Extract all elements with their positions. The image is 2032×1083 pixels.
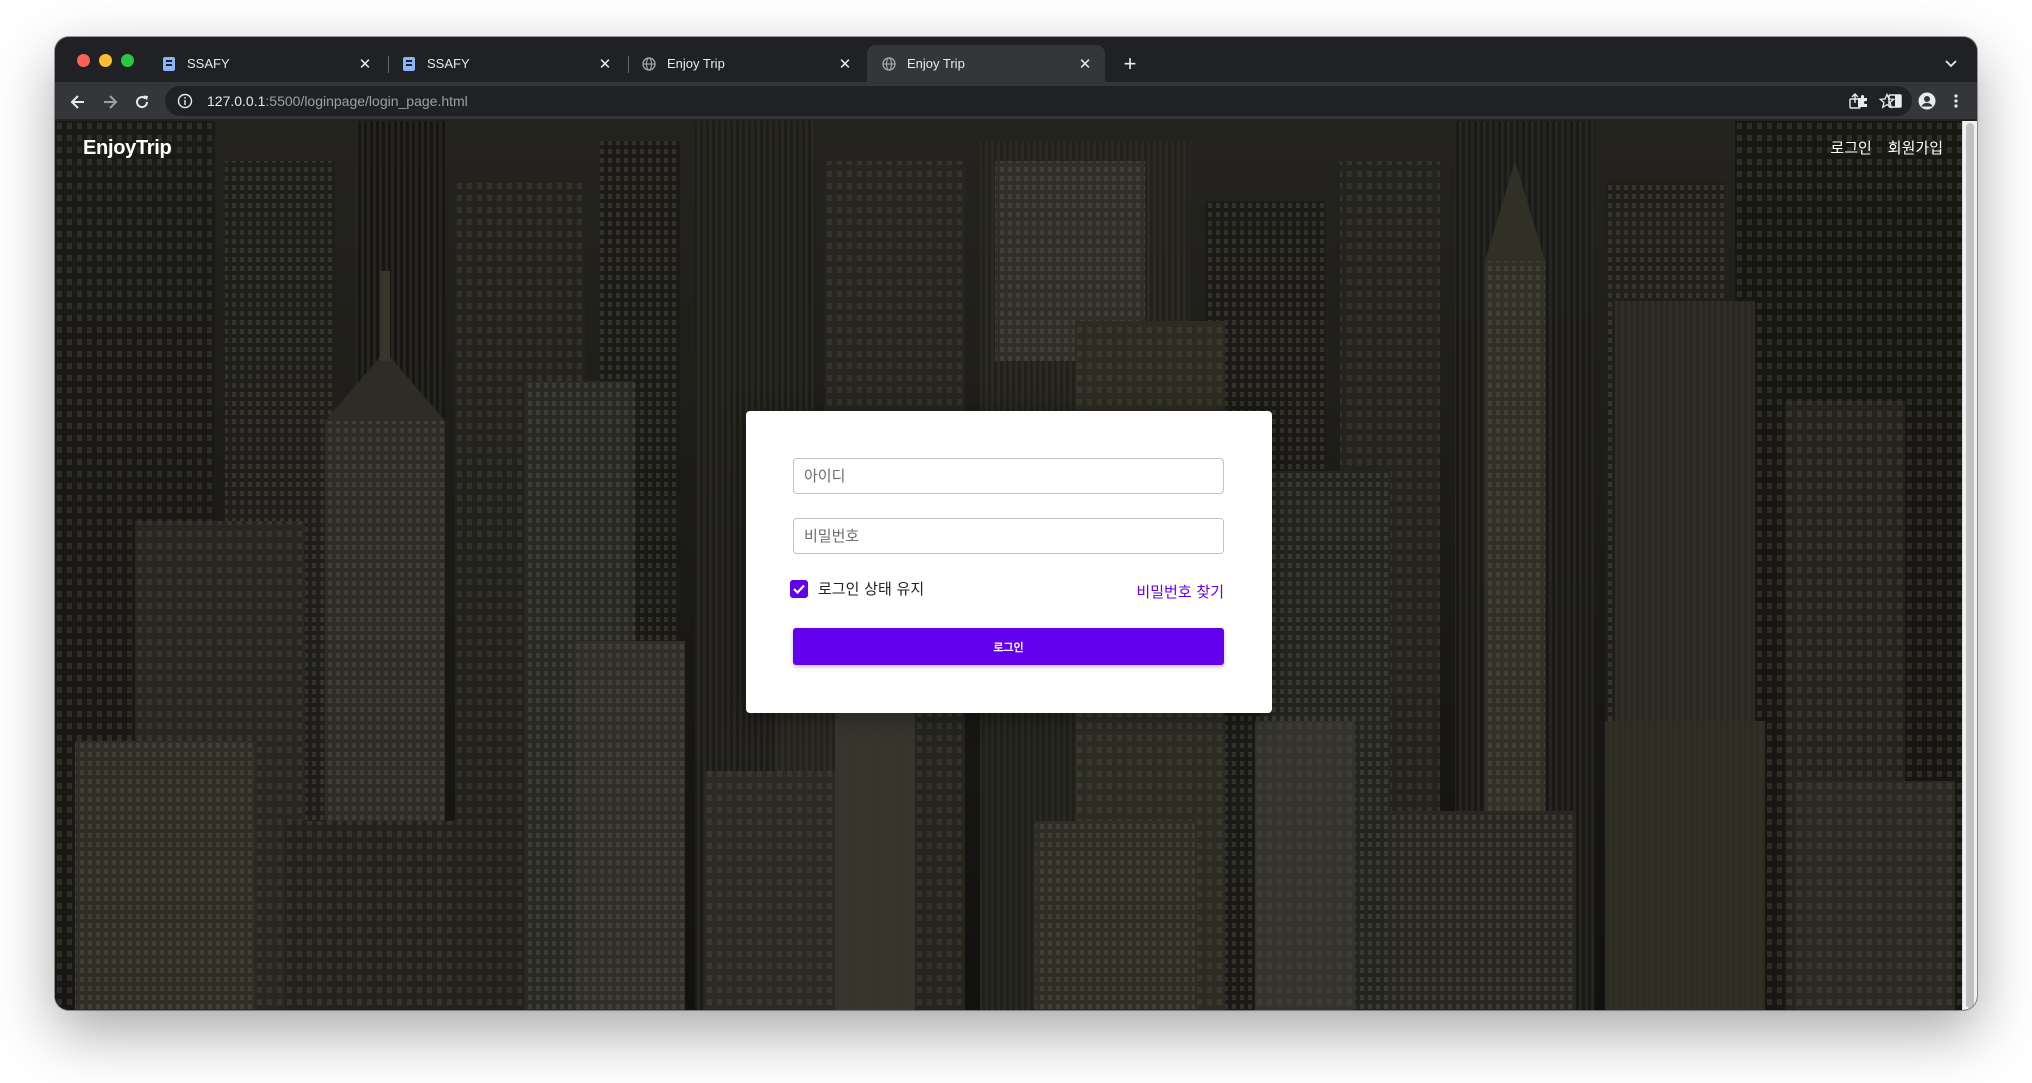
globe-icon [881, 56, 897, 72]
site-info-icon[interactable] [177, 93, 193, 109]
url-host: 127.0.0.1 [207, 93, 266, 109]
tab-search-chevron-icon[interactable] [1939, 52, 1963, 76]
tab-strip: SSAFY ✕ SSAFY ✕ Enjoy Trip ✕ Enjoy Trip … [55, 37, 1977, 82]
reload-icon[interactable] [129, 89, 155, 115]
scrollbar-thumb[interactable] [1966, 123, 1974, 1008]
browser-menu-kebab-icon[interactable] [1947, 92, 1965, 110]
browser-window: SSAFY ✕ SSAFY ✕ Enjoy Trip ✕ Enjoy Trip … [55, 37, 1977, 1010]
nav-signup-link[interactable]: 회원가입 [1888, 137, 1943, 158]
remember-me-checkbox[interactable] [790, 579, 808, 598]
tab-title: SSAFY [187, 56, 230, 71]
profile-avatar-icon[interactable] [1918, 92, 1936, 110]
tab-title: Enjoy Trip [667, 56, 725, 71]
top-navigation: 로그인 회원가입 [1830, 137, 1943, 158]
tab-close-icon[interactable]: ✕ [1075, 54, 1095, 74]
checkmark-icon [793, 584, 805, 594]
tab-ssafy-2[interactable]: SSAFY ✕ [387, 45, 625, 82]
side-panel-icon[interactable] [1886, 92, 1904, 110]
new-tab-plus-icon[interactable]: + [1117, 51, 1143, 77]
login-submit-button[interactable]: 로그인 [793, 628, 1224, 665]
password-input[interactable] [793, 518, 1224, 554]
back-arrow-icon[interactable] [65, 89, 91, 115]
url-text: 127.0.0.1:5500/loginpage/login_page.html [207, 93, 468, 109]
extensions-puzzle-icon[interactable] [1854, 92, 1872, 110]
forward-arrow-icon[interactable] [97, 89, 123, 115]
site-logo[interactable]: EnjoyTrip [83, 137, 172, 160]
remember-me-toggle[interactable]: 로그인 상태 유지 [790, 578, 924, 599]
maximize-window-button[interactable] [121, 54, 134, 67]
globe-icon [641, 56, 657, 72]
ssafy-favicon-icon [161, 56, 177, 72]
url-path: :5500/loginpage/login_page.html [265, 93, 468, 109]
window-controls [77, 54, 134, 67]
minimize-window-button[interactable] [99, 54, 112, 67]
tab-enjoy-trip-active[interactable]: Enjoy Trip ✕ [867, 45, 1105, 82]
tab-title: SSAFY [427, 56, 470, 71]
tab-close-icon[interactable]: ✕ [835, 54, 855, 74]
ssafy-favicon-icon [401, 56, 417, 72]
page-scrollbar[interactable] [1962, 121, 1977, 1010]
tab-ssafy-1[interactable]: SSAFY ✕ [147, 45, 385, 82]
remember-me-label: 로그인 상태 유지 [818, 580, 925, 598]
user-id-input[interactable] [793, 458, 1224, 494]
page-viewport: EnjoyTrip 로그인 회원가입 로그인 상태 유지 비밀번호 찾기 로그인 [55, 121, 1977, 1010]
address-bar[interactable]: 127.0.0.1:5500/loginpage/login_page.html [165, 86, 1912, 116]
find-password-link[interactable]: 비밀번호 찾기 [1136, 581, 1224, 602]
tab-enjoy-trip-1[interactable]: Enjoy Trip ✕ [627, 45, 865, 82]
tab-close-icon[interactable]: ✕ [355, 54, 375, 74]
close-window-button[interactable] [77, 54, 90, 67]
login-card: 로그인 상태 유지 비밀번호 찾기 로그인 [746, 411, 1272, 713]
browser-toolbar: 127.0.0.1:5500/loginpage/login_page.html [55, 82, 1977, 120]
tab-title: Enjoy Trip [907, 56, 965, 71]
nav-login-link[interactable]: 로그인 [1830, 137, 1871, 158]
tab-close-icon[interactable]: ✕ [595, 54, 615, 74]
